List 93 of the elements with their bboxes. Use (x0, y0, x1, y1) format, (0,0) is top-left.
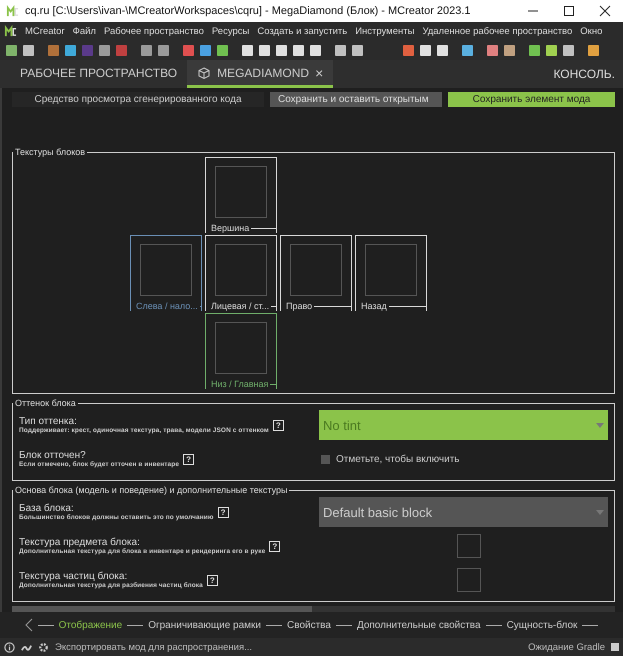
block-icon[interactable] (293, 45, 304, 56)
block-icon[interactable] (504, 45, 515, 56)
page-link[interactable]: Дополнительные свойства (356, 620, 481, 630)
block-icon[interactable] (529, 45, 540, 56)
tab[interactable]: РАБОЧЕЕ ПРОСТРАНСТВО (10, 60, 188, 88)
help-button[interactable]: ? (269, 540, 280, 552)
texture-slot[interactable]: Низ / Главная (205, 313, 277, 389)
menu-item[interactable]: Создать и запустить (257, 26, 348, 37)
texture-slot[interactable]: Назад (355, 235, 427, 311)
block-icon[interactable] (276, 45, 287, 56)
block-icon[interactable] (259, 45, 270, 56)
block-icon[interactable] (310, 45, 321, 56)
close-icon[interactable] (599, 5, 611, 17)
slot-label: Назад (359, 301, 389, 311)
block-icon[interactable] (217, 45, 228, 56)
info-icon[interactable] (4, 642, 15, 652)
section-title: Оттенок блока (14, 398, 77, 408)
page-link[interactable]: Свойства (287, 620, 331, 630)
block-icon[interactable] (420, 45, 431, 56)
texture-slot[interactable]: Лицевая / ст... (205, 235, 277, 311)
block-icon[interactable] (183, 45, 194, 56)
gradle-status: Ожидание Gradle (528, 642, 605, 652)
menu-item[interactable]: MCreator (25, 26, 65, 37)
caret-icon (596, 510, 604, 514)
field-label: Тип оттенка: (19, 416, 78, 427)
texture-slot[interactable] (457, 534, 481, 558)
tab[interactable]: MEGADIAMOND × (187, 60, 334, 88)
field-label: База блока: (19, 503, 75, 514)
section-title: Текстуры блоков (14, 147, 86, 157)
menu-item[interactable]: Файл (72, 26, 96, 37)
menu-item[interactable]: Рабочее пространство (104, 26, 204, 37)
field-label: Блок отточен? (19, 450, 87, 461)
app-logo-icon (4, 25, 17, 38)
maximize-icon[interactable] (563, 5, 575, 17)
stop-icon[interactable] (611, 643, 619, 651)
texture-slot[interactable]: Слева / нало... (130, 235, 202, 311)
window-title: cq.ru [C:\Users\ivan-\MCreatorWorkspaces\cqru] - MegaDiamond (Блок) - MCreator 2023.1 (25, 5, 471, 17)
page-link[interactable]: Отображение (58, 620, 122, 630)
cube-icon (197, 66, 212, 80)
menu-item[interactable]: Удаленное рабочее пространство (422, 26, 572, 37)
checkbox[interactable] (321, 454, 330, 464)
slot-label: Право (284, 301, 314, 311)
caret-icon (596, 422, 604, 428)
field-label: Текстура частиц блока: (19, 571, 128, 582)
action-button[interactable]: Сохранить элемент мода (448, 92, 615, 107)
block-icon[interactable] (242, 45, 253, 56)
texture-slot[interactable]: Право (280, 235, 352, 311)
checkbox-label: Отметьте, чтобы включить (336, 454, 460, 464)
block-icon[interactable] (588, 45, 599, 56)
block-icon[interactable] (141, 45, 152, 56)
console-tab[interactable]: КОНСОЛЬ. (553, 67, 623, 81)
page-link[interactable]: Сущность-блок (506, 620, 578, 630)
action-button[interactable]: Сохранить и оставить открытым (270, 92, 442, 107)
menu-item[interactable]: Окно (580, 26, 602, 37)
block-icon[interactable] (546, 45, 557, 56)
help-button[interactable]: ? (272, 420, 284, 430)
block-icon[interactable] (116, 45, 127, 56)
slot-label: Слева / нало... (134, 301, 200, 311)
block-icon[interactable] (462, 45, 473, 56)
block-icon[interactable] (48, 45, 59, 56)
block-icon[interactable] (82, 45, 93, 56)
block-icon[interactable] (158, 45, 169, 56)
menu-item[interactable]: Инструменты (355, 26, 414, 37)
slot-label: Низ / Главная (209, 379, 270, 389)
menu-item[interactable]: Ресурсы (212, 26, 250, 37)
slot-label: Лицевая / ст... (209, 301, 272, 311)
block-icon[interactable] (403, 45, 414, 56)
block-icon[interactable] (23, 45, 34, 56)
help-button[interactable]: ? (183, 454, 194, 464)
block-icon[interactable] (65, 45, 76, 56)
help-button[interactable]: ? (206, 574, 218, 586)
block-icon[interactable] (487, 45, 498, 56)
slot-label: Вершина (209, 223, 252, 233)
block-icon[interactable] (563, 45, 574, 56)
block-icon[interactable] (6, 45, 17, 56)
texture-slot[interactable]: Вершина (205, 157, 277, 233)
block-icon[interactable] (352, 45, 363, 56)
block-icon[interactable] (335, 45, 346, 56)
block-icon[interactable] (200, 45, 211, 56)
page-link[interactable]: Ограничивающие рамки (148, 620, 262, 630)
status-text: Экспортировать мод для распространения... (55, 642, 252, 652)
section-title: Основа блока (модель и поведение) и дополнительные текстуры (14, 485, 288, 495)
close-tab-button[interactable]: × (315, 64, 324, 80)
settings-icon[interactable] (38, 642, 49, 652)
texture-slot[interactable] (457, 568, 481, 592)
dropdown[interactable]: Default basic block (319, 497, 608, 527)
block-icon[interactable] (437, 45, 448, 56)
scrollbar-thumb[interactable] (12, 606, 312, 612)
app-logo-icon (6, 4, 19, 18)
field-label: Текстура предмета блока: (19, 537, 141, 548)
help-button[interactable]: ? (218, 506, 229, 518)
action-button[interactable]: Средство просмотра сгенерированного кода (12, 92, 264, 107)
block-icon[interactable] (99, 45, 110, 56)
